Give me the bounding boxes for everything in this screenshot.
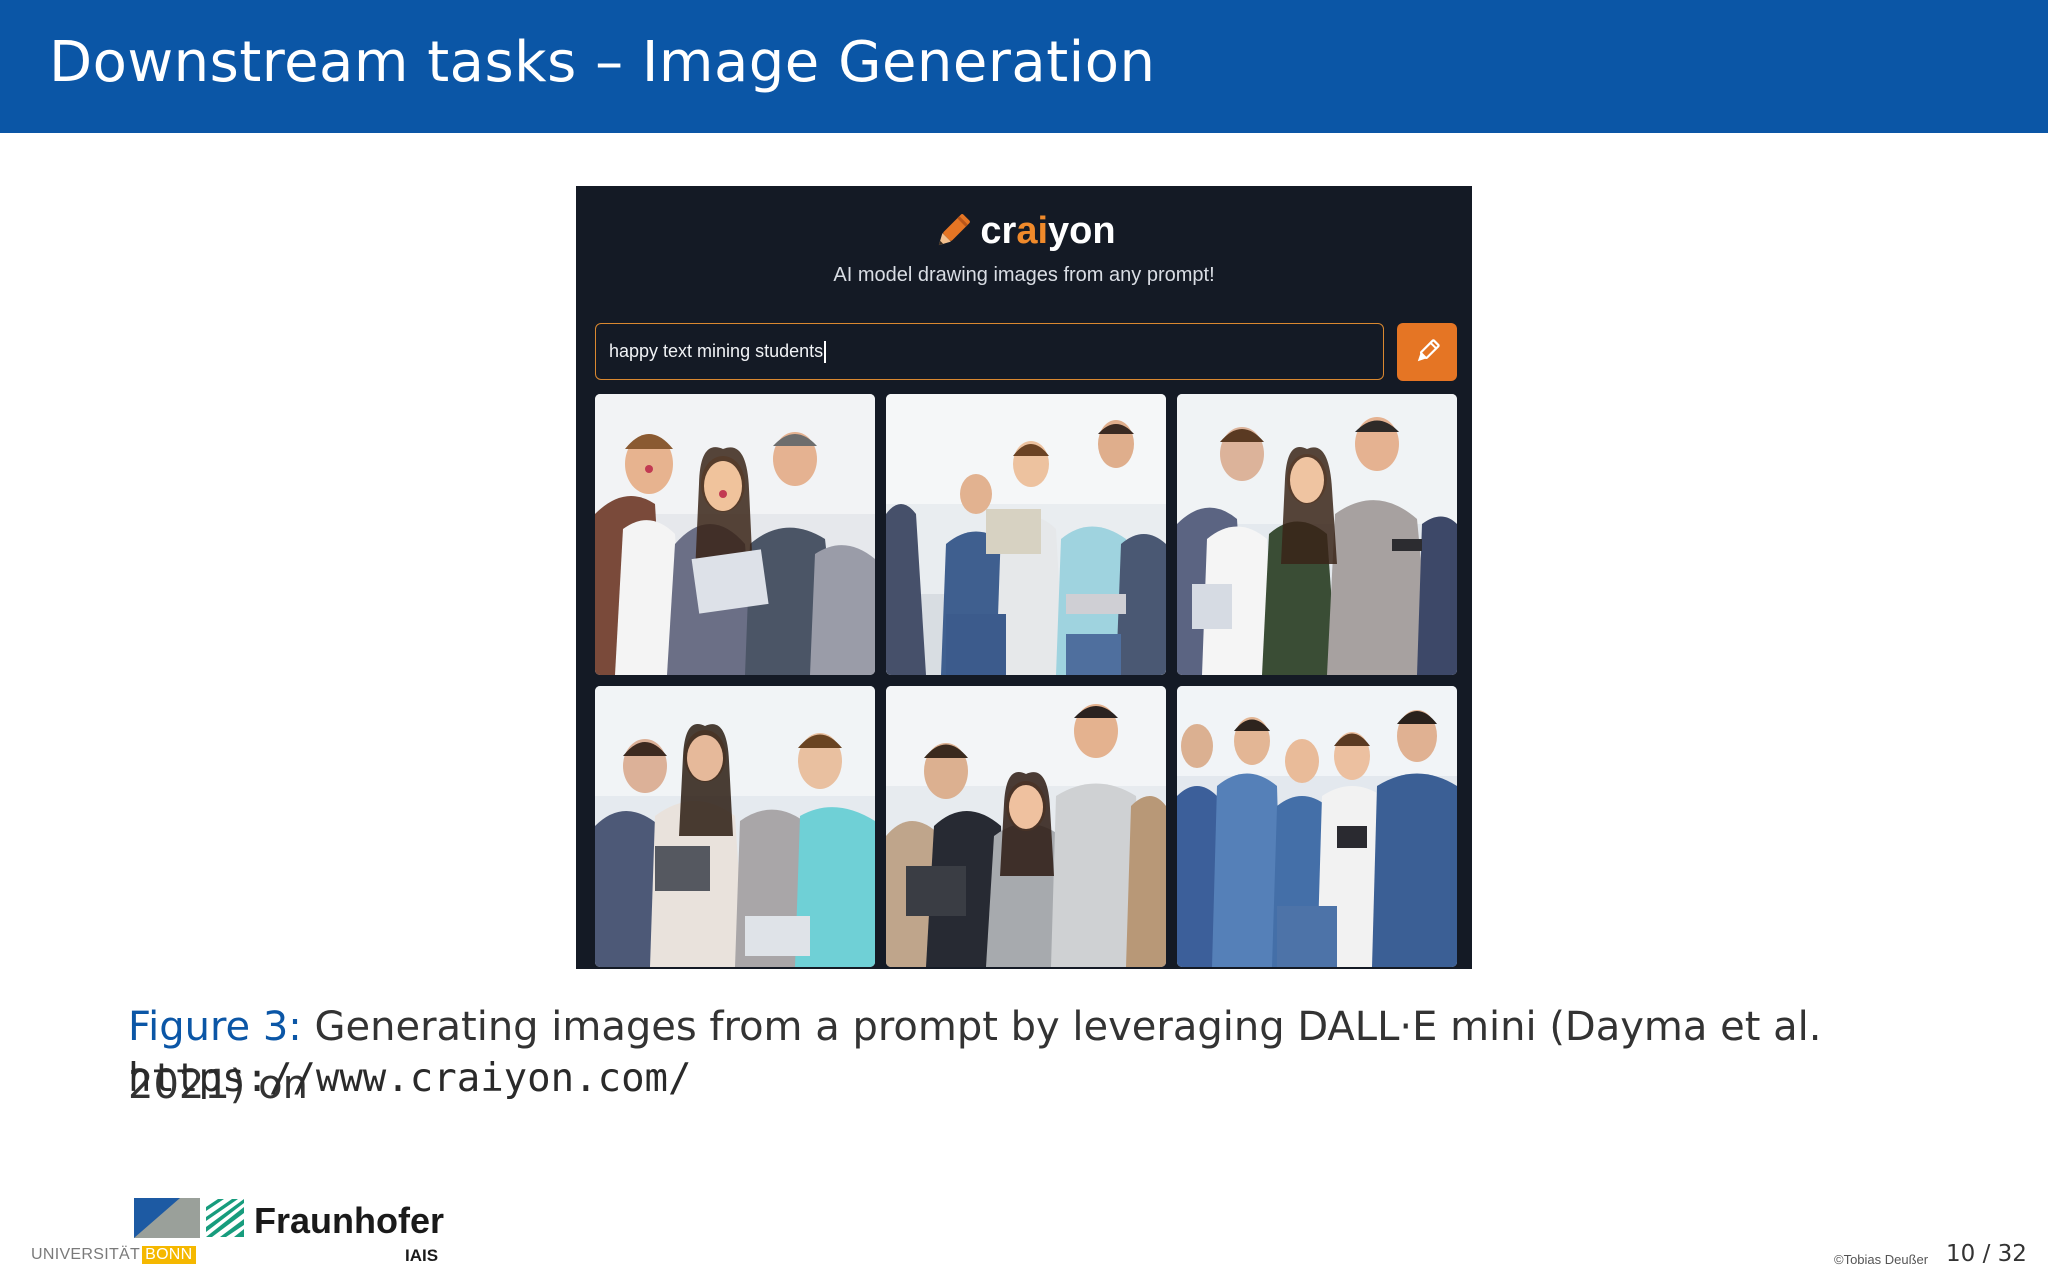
- draw-button[interactable]: [1397, 323, 1457, 381]
- university-city: BONN: [142, 1246, 196, 1264]
- pencil-logo-icon: [939, 214, 971, 246]
- fraunhofer-iais: IAIS: [405, 1246, 439, 1265]
- generated-image[interactable]: [1177, 686, 1457, 967]
- text-caret: [824, 340, 827, 363]
- university-label: UNIVERSITÄT: [31, 1246, 141, 1263]
- generated-image[interactable]: [886, 686, 1166, 967]
- craiyon-tagline: AI model drawing images from any prompt!: [833, 264, 1215, 286]
- craiyon-screenshot: craiyon AI model drawing images from any…: [576, 186, 1472, 969]
- craiyon-wordmark: craiyon: [980, 210, 1115, 253]
- generated-image[interactable]: [595, 394, 875, 675]
- pencil-icon: [1417, 339, 1440, 362]
- copyright: ©Tobias Deußer: [1834, 1252, 1929, 1267]
- craiyon-logo: craiyon: [576, 206, 1472, 256]
- prompt-input[interactable]: happy text mining students: [595, 323, 1384, 380]
- figure-caption-url[interactable]: https://www.craiyon.com/: [128, 1056, 692, 1101]
- university-name: UNIVERSITÄT BONN: [31, 1246, 196, 1264]
- generated-image[interactable]: [595, 686, 875, 967]
- wordmark-part2: yon: [1048, 209, 1116, 252]
- fraunhofer-mark-icon: [206, 1199, 244, 1237]
- slide-header-bar: Downstream tasks – Image Generation: [0, 0, 2048, 133]
- generated-image[interactable]: [886, 394, 1166, 675]
- generated-images-grid: [595, 394, 1457, 967]
- slide-title: Downstream tasks – Image Generation: [49, 30, 1156, 95]
- prompt-input-value: happy text mining students: [609, 341, 824, 361]
- wordmark-part1: cr: [980, 209, 1017, 252]
- figure-label: Figure 3:: [128, 1004, 302, 1050]
- generated-image[interactable]: [1177, 394, 1457, 675]
- fraunhofer-name: Fraunhofer: [254, 1200, 445, 1241]
- wordmark-accent: ai: [1016, 209, 1049, 252]
- page-number: 10 / 32: [1946, 1241, 2027, 1267]
